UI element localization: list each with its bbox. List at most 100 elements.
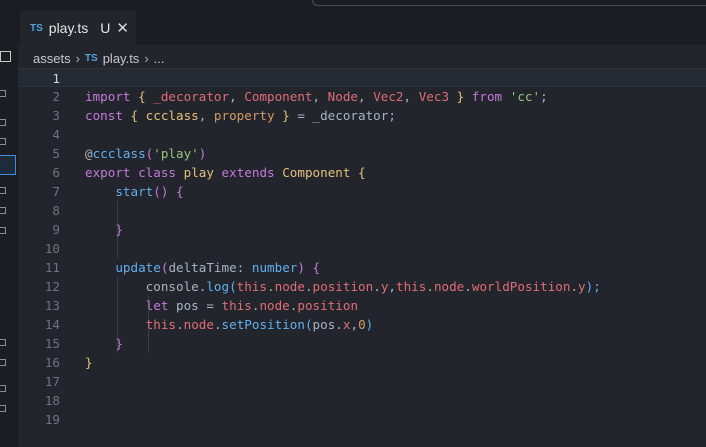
tree-marker <box>0 227 6 234</box>
code-text: update(deltaTime: number) { <box>85 258 320 277</box>
line-number: 19 <box>44 412 60 427</box>
code-line[interactable]: 8 <box>18 201 706 220</box>
code-token: . <box>373 279 381 294</box>
close-icon[interactable]: ✕ <box>116 21 129 36</box>
code-token: 'cc' <box>509 89 541 104</box>
code-token: export <box>85 165 131 180</box>
line-number: 11 <box>44 260 60 275</box>
code-token: . <box>570 279 579 294</box>
code-text: let pos = this.node.position <box>85 296 358 315</box>
code-token: { <box>350 165 366 180</box>
code-token: _decorator; <box>304 108 396 123</box>
code-token: node <box>433 279 465 294</box>
tab-file-name: play.ts <box>48 20 89 36</box>
breadcrumb-symbols[interactable]: ... <box>154 51 165 66</box>
code-token: this <box>236 279 268 294</box>
code-token: 'play' <box>153 146 199 161</box>
code-text: @ccclass('play') <box>85 144 206 163</box>
code-line[interactable]: 17 <box>18 372 706 391</box>
line-number: 18 <box>44 393 60 408</box>
code-token: . <box>267 279 275 294</box>
code-token: number <box>251 260 298 275</box>
code-token: , <box>388 279 396 294</box>
line-number: 14 <box>44 317 60 332</box>
code-text: this.node.setPosition(pos.x,0) <box>85 315 374 334</box>
breadcrumb: assets › TS play.ts › ... <box>33 50 165 66</box>
breadcrumb-folder[interactable]: assets <box>33 51 71 66</box>
code-line[interactable]: 19 <box>18 410 706 429</box>
code-token: Vec2 <box>373 89 404 104</box>
code-token: } <box>85 222 123 237</box>
code-token: Component <box>244 89 313 104</box>
code-line[interactable]: 14 this.node.setPosition(pos.x,0) <box>18 315 706 334</box>
tree-marker <box>0 339 6 346</box>
line-number: 5 <box>52 146 60 161</box>
code-token: , <box>403 89 419 104</box>
code-line[interactable]: 1 <box>18 68 706 87</box>
code-token: from <box>471 89 503 104</box>
line-number: 7 <box>52 184 60 199</box>
selected-tree-item[interactable] <box>0 155 16 175</box>
breadcrumb-file[interactable]: play.ts <box>103 51 140 66</box>
code-token: ); <box>585 279 601 294</box>
code-text: } <box>85 220 123 239</box>
code-token: node <box>259 298 290 313</box>
code-token: ccclass <box>92 146 146 161</box>
code-line[interactable]: 18 <box>18 391 706 410</box>
code-line[interactable]: 2 import { _decorator, Component, Node, V… <box>18 87 706 106</box>
code-token: , <box>198 108 214 123</box>
code-token: { <box>122 108 146 123</box>
code-token: pos. <box>312 317 343 332</box>
code-line[interactable]: 16} <box>18 353 706 372</box>
code-token: Node <box>327 89 359 104</box>
tree-marker <box>0 385 6 392</box>
side-panel-strip <box>0 45 18 447</box>
code-line[interactable]: 10 <box>18 239 706 258</box>
code-line[interactable]: 7 start() { <box>18 182 706 201</box>
line-number: 12 <box>44 279 60 294</box>
line-number: 13 <box>44 298 60 313</box>
code-token: play <box>183 165 214 180</box>
code-line[interactable]: 6 export class play extends Component { <box>18 163 706 182</box>
tree-marker <box>0 119 6 126</box>
code-token: Component <box>282 165 351 180</box>
code-token: console. <box>85 279 207 294</box>
code-line[interactable]: 15 } <box>18 334 706 353</box>
code-token: : <box>236 260 252 275</box>
code-token: ( <box>304 317 313 332</box>
split-editor-icon[interactable] <box>0 51 11 62</box>
code-line[interactable]: 5 @ccclass('play') <box>18 144 706 163</box>
tree-marker <box>0 138 6 145</box>
chevron-right-icon: › <box>144 50 149 66</box>
code-token: ( <box>229 279 237 294</box>
code-line[interactable]: 9 } <box>18 220 706 239</box>
code-token: ; <box>540 89 548 104</box>
code-line[interactable]: 11 update(deltaTime: number) { <box>18 258 706 277</box>
code-token: deltaTime <box>168 260 237 275</box>
code-token: start <box>115 184 154 199</box>
code-token: } <box>449 89 472 104</box>
code-editor[interactable]: 1 2 import { _decorator, Component, Node, … <box>18 68 706 447</box>
code-token: () { <box>153 184 184 199</box>
code-token: , <box>229 89 245 104</box>
code-token: property <box>213 108 275 123</box>
code-token: } <box>274 108 298 123</box>
ts-file-icon: TS <box>30 22 43 34</box>
line-number: 9 <box>52 222 60 237</box>
code-token: y <box>578 279 586 294</box>
command-center[interactable] <box>312 0 706 6</box>
untracked-marker: U <box>100 20 111 36</box>
tree-marker <box>0 359 6 366</box>
code-token: setPosition <box>221 317 305 332</box>
tab-play-ts[interactable]: TS play.ts U ✕ <box>20 11 136 45</box>
code-line[interactable]: 3 const { ccclass, property } = _decorato… <box>18 106 706 125</box>
code-token: this <box>221 298 252 313</box>
code-line[interactable]: 13 let pos = this.node.position <box>18 296 706 315</box>
code-token: class <box>138 165 177 180</box>
code-line[interactable]: 4 <box>18 125 706 144</box>
code-line[interactable]: 12 console.log(this.node.position.y,this… <box>18 277 706 296</box>
code-token: log <box>206 279 230 294</box>
code-token: , <box>312 89 328 104</box>
code-token: this <box>396 279 427 294</box>
